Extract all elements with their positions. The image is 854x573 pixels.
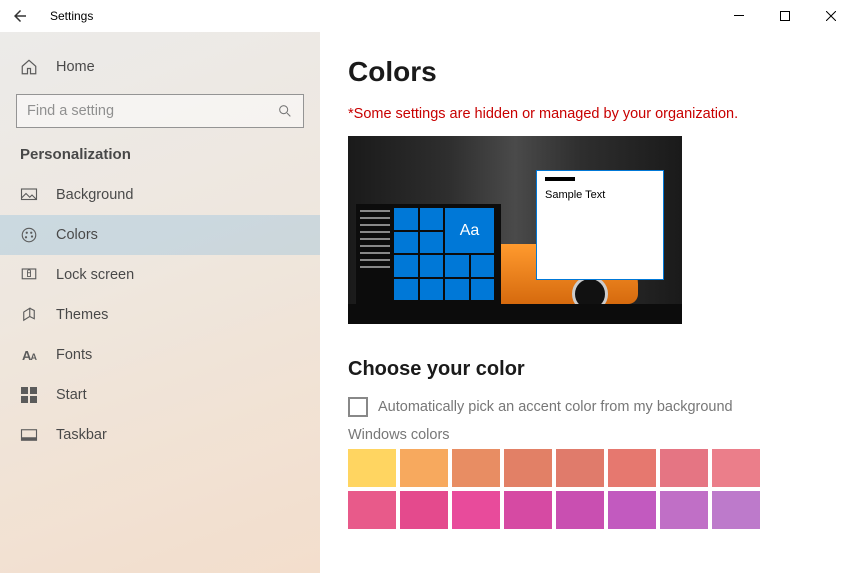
- sidebar-item-colors[interactable]: Colors: [0, 215, 320, 255]
- search-icon: [277, 103, 293, 119]
- sidebar-item-label: Lock screen: [56, 267, 134, 283]
- color-swatch[interactable]: [400, 491, 448, 529]
- close-button[interactable]: [808, 0, 854, 32]
- preview-start-menu: Aa: [356, 204, 501, 304]
- sidebar-item-label: Background: [56, 187, 133, 203]
- back-button[interactable]: [8, 4, 32, 28]
- choose-color-title: Choose your color: [348, 358, 826, 381]
- sidebar-item-label: Start: [56, 387, 87, 403]
- auto-accent-checkbox[interactable]: [348, 397, 368, 417]
- org-warning: *Some settings are hidden or managed by …: [348, 106, 826, 122]
- minimize-icon: [734, 11, 744, 21]
- section-title: Personalization: [0, 146, 320, 175]
- theme-preview: Aa Sample Text: [348, 136, 682, 324]
- page-title: Colors: [348, 56, 826, 88]
- search-input[interactable]: [27, 103, 277, 119]
- color-swatch[interactable]: [556, 491, 604, 529]
- maximize-icon: [780, 11, 790, 21]
- color-swatch[interactable]: [712, 449, 760, 487]
- preview-window: Sample Text: [536, 170, 664, 280]
- taskbar-icon: [20, 426, 38, 444]
- color-swatch[interactable]: [400, 449, 448, 487]
- sidebar-item-taskbar[interactable]: Taskbar: [0, 415, 320, 455]
- color-swatch[interactable]: [504, 449, 552, 487]
- preview-taskbar: [348, 304, 682, 324]
- color-swatch[interactable]: [348, 449, 396, 487]
- home-nav[interactable]: Home: [0, 50, 320, 84]
- color-swatch[interactable]: [452, 449, 500, 487]
- sidebar: Home Personalization Background Colors L…: [0, 32, 320, 573]
- color-swatch[interactable]: [660, 491, 708, 529]
- search-box[interactable]: [16, 94, 304, 128]
- back-arrow-icon: [11, 7, 29, 25]
- maximize-button[interactable]: [762, 0, 808, 32]
- minimize-button[interactable]: [716, 0, 762, 32]
- sidebar-item-label: Themes: [56, 307, 108, 323]
- lock-screen-icon: [20, 266, 38, 284]
- sidebar-item-label: Fonts: [56, 347, 92, 363]
- color-swatch[interactable]: [452, 491, 500, 529]
- sidebar-item-background[interactable]: Background: [0, 175, 320, 215]
- fonts-icon: AA: [20, 346, 38, 364]
- start-icon: [20, 386, 38, 404]
- sidebar-item-label: Taskbar: [56, 427, 107, 443]
- sidebar-item-lock-screen[interactable]: Lock screen: [0, 255, 320, 295]
- preview-tile-aa: Aa: [445, 208, 494, 253]
- color-swatch[interactable]: [608, 491, 656, 529]
- settings-window: Settings Home Personalization Background: [0, 0, 854, 573]
- sidebar-item-themes[interactable]: Themes: [0, 295, 320, 335]
- auto-accent-row[interactable]: Automatically pick an accent color from …: [348, 397, 826, 417]
- window-title: Settings: [50, 9, 93, 23]
- main-content: Colors *Some settings are hidden or mana…: [320, 32, 854, 573]
- color-swatch[interactable]: [348, 491, 396, 529]
- sidebar-item-fonts[interactable]: AA Fonts: [0, 335, 320, 375]
- auto-accent-label: Automatically pick an accent color from …: [378, 399, 733, 415]
- windows-colors-label: Windows colors: [348, 427, 826, 443]
- color-swatch[interactable]: [608, 449, 656, 487]
- close-icon: [826, 11, 836, 21]
- preview-sample-text: Sample Text: [545, 189, 605, 201]
- home-label: Home: [56, 59, 95, 75]
- color-swatch[interactable]: [504, 491, 552, 529]
- color-swatches: [348, 449, 826, 529]
- window-controls: [716, 0, 854, 32]
- color-swatch[interactable]: [712, 491, 760, 529]
- sidebar-item-label: Colors: [56, 227, 98, 243]
- themes-icon: [20, 306, 38, 324]
- background-icon: [20, 186, 38, 204]
- home-icon: [20, 58, 38, 76]
- color-swatch[interactable]: [556, 449, 604, 487]
- titlebar: Settings: [0, 0, 854, 32]
- colors-icon: [20, 226, 38, 244]
- sidebar-item-start[interactable]: Start: [0, 375, 320, 415]
- color-swatch[interactable]: [660, 449, 708, 487]
